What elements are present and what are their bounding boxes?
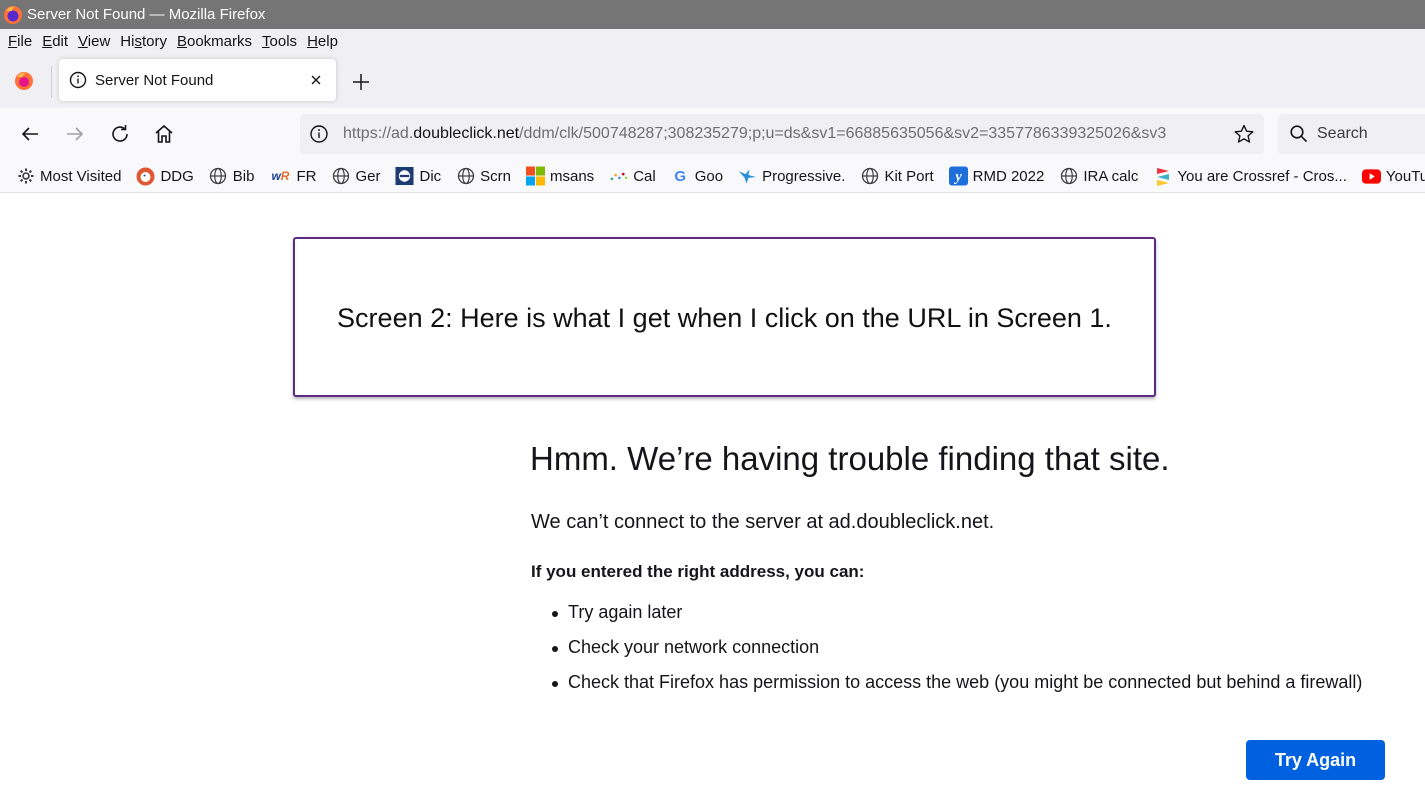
bullet-icon [552, 646, 558, 652]
dictionary-icon [395, 166, 415, 186]
globe-icon [860, 167, 879, 186]
menu-view[interactable]: View [78, 33, 110, 50]
bookmark-kit-port[interactable]: Kit Port [860, 167, 934, 186]
search-icon [1290, 125, 1308, 143]
firefox-view-icon[interactable] [13, 70, 35, 92]
bookmark-crossref[interactable]: You are Crossref - Cros... [1153, 167, 1347, 186]
error-suggestions: Try again later Check your network conne… [552, 602, 1362, 707]
youtube-icon [1361, 167, 1381, 186]
bookmark-bib[interactable]: Bib [209, 167, 254, 186]
bookmark-goo[interactable]: G Goo [671, 167, 723, 186]
tab-separator [51, 66, 52, 98]
title-bar: Server Not Found — Mozilla Firefox [0, 0, 1425, 29]
bookmark-progressive[interactable]: Progressive. [738, 167, 845, 186]
globe-icon [456, 167, 475, 186]
calendar-icon [609, 167, 628, 186]
search-placeholder: Search [1317, 125, 1368, 142]
microsoft-icon [526, 166, 545, 186]
duckduckgo-icon [136, 167, 155, 186]
nav-bar: https://ad.doubleclick.net/ddm/clk/50074… [0, 108, 1425, 160]
try-again-button[interactable]: Try Again [1246, 740, 1385, 780]
annotation-box: Screen 2: Here is what I get when I clic… [293, 237, 1156, 397]
new-tab-icon[interactable] [350, 71, 372, 93]
wordreference-icon: wR [271, 169, 290, 183]
info-icon [69, 71, 87, 89]
menu-history[interactable]: History [120, 33, 167, 50]
site-info-icon[interactable] [309, 124, 329, 144]
bookmark-rmd-2022[interactable]: y RMD 2022 [948, 166, 1044, 186]
bookmark-scrn[interactable]: Scrn [456, 167, 511, 186]
back-arrow-icon[interactable] [18, 122, 42, 146]
menu-help[interactable]: Help [307, 33, 338, 50]
progressive-icon [738, 167, 757, 186]
error-subheading: If you entered the right address, you ca… [531, 562, 865, 581]
tab-server-not-found[interactable]: Server Not Found [59, 59, 336, 101]
annotation-text: Screen 2: Here is what I get when I clic… [337, 302, 1112, 333]
bookmark-msans[interactable]: msans [526, 166, 594, 186]
gear-icon [16, 167, 35, 186]
google-icon: G [674, 167, 687, 185]
globe-icon [1059, 167, 1078, 186]
bookmark-most-visited[interactable]: Most Visited [16, 167, 121, 186]
suggestion-item: Check your network connection [552, 637, 1362, 672]
close-tab-icon[interactable] [308, 72, 324, 88]
yahoo-icon: y [948, 166, 968, 186]
bookmark-ira-calc[interactable]: IRA calc [1059, 167, 1138, 186]
menu-tools[interactable]: Tools [262, 33, 297, 50]
menu-file[interactable]: File [8, 33, 32, 50]
globe-icon [331, 167, 350, 186]
globe-icon [209, 167, 228, 186]
error-description: We can’t connect to the server at ad.dou… [531, 511, 995, 533]
search-bar[interactable]: Search [1278, 114, 1425, 154]
bookmark-youtube[interactable]: YouTube [1361, 167, 1425, 186]
forward-arrow-icon[interactable] [63, 122, 87, 146]
url-bar[interactable]: https://ad.doubleclick.net/ddm/clk/50074… [300, 114, 1264, 154]
menu-bookmarks[interactable]: Bookmarks [177, 33, 252, 50]
bookmark-ger[interactable]: Ger [331, 167, 380, 186]
menu-bar: File Edit View History Bookmarks Tools H… [0, 29, 1425, 54]
menu-edit[interactable]: Edit [42, 33, 68, 50]
suggestion-item: Check that Firefox has permission to acc… [552, 672, 1362, 707]
svg-text:y: y [953, 169, 962, 185]
bookmark-ddg[interactable]: DDG [136, 167, 194, 186]
bullet-icon [552, 681, 558, 687]
tab-strip: Server Not Found [0, 54, 1425, 108]
bookmark-dic[interactable]: Dic [395, 166, 441, 186]
firefox-logo-icon [4, 5, 22, 24]
reload-icon[interactable] [108, 122, 132, 146]
home-icon[interactable] [152, 122, 176, 146]
bullet-icon [552, 611, 558, 617]
error-title: Hmm. We’re having trouble finding that s… [530, 440, 1170, 477]
url-text[interactable]: https://ad.doubleclick.net/ddm/clk/50074… [343, 125, 1227, 143]
window-title: Server Not Found — Mozilla Firefox [27, 6, 266, 23]
tab-title: Server Not Found [95, 71, 214, 89]
bookmark-cal[interactable]: Cal [609, 167, 656, 186]
bookmark-fr[interactable]: wR FR [269, 167, 316, 186]
bookmark-star-icon[interactable] [1233, 123, 1255, 145]
suggestion-item: Try again later [552, 602, 1362, 637]
bookmarks-toolbar: Most Visited DDG Bib wR FR Ger Dic Scrn … [0, 160, 1425, 193]
crossref-icon [1153, 167, 1172, 186]
